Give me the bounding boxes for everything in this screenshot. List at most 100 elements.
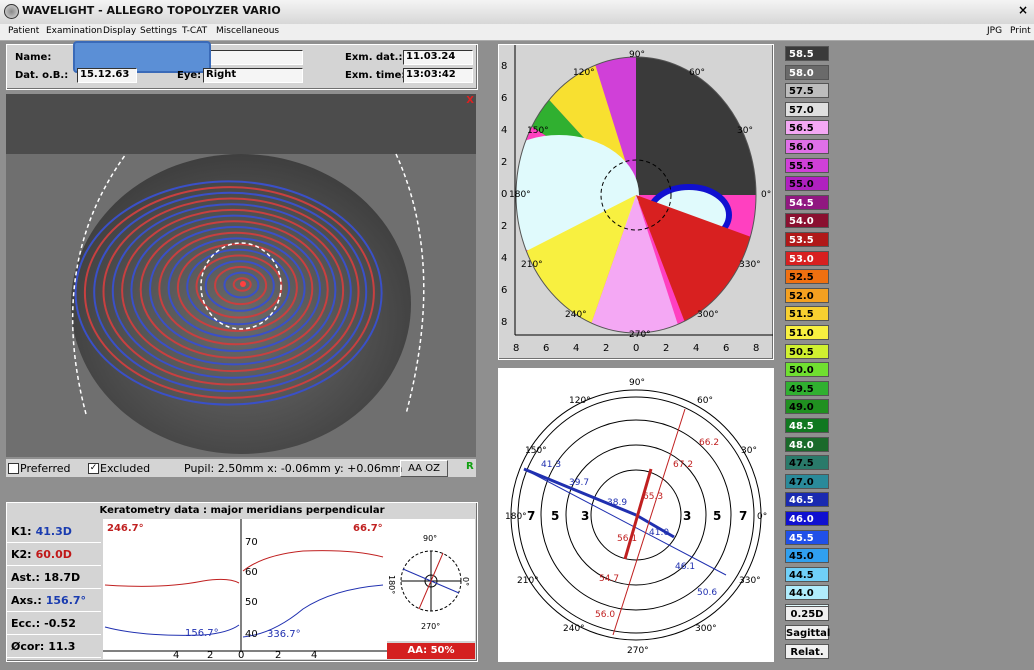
ytick-50: 50	[245, 597, 258, 608]
kerato-row-label: Axs.:	[11, 594, 42, 607]
topography-map-panel[interactable]: 8 6 4 2 0 2 4 6 8 8 6 4 2 0 2 4 6 8 90° 60° 30° 0° 330° 300° 270…	[498, 44, 774, 360]
kerato-row: Ecc.: -0.52	[7, 613, 101, 635]
menu-tcat[interactable]: T-CAT	[182, 26, 207, 36]
topo-ytick: 2	[501, 221, 507, 232]
eye-field[interactable]: Right	[203, 68, 303, 83]
meridian-blue-value: 39.7	[569, 478, 589, 488]
meridian-blue-value: 41.0	[649, 528, 669, 538]
excluded-checkbox[interactable]: ✓	[88, 463, 99, 474]
title-bar: WAVELIGHT - ALLEGRO TOPOLYZER VARIO ×	[0, 0, 1034, 25]
right-bottom-angle: 336.7°	[267, 629, 301, 640]
xtick-left-2: 2	[207, 650, 213, 659]
topo-angle-label: 150°	[527, 126, 549, 136]
compass-left: 180°	[387, 575, 396, 594]
meridian-blue-value: 41.3	[541, 460, 561, 470]
placido-eye-image	[6, 94, 476, 457]
menu-display[interactable]: Display	[103, 26, 136, 36]
topo-angle-label: 270°	[629, 330, 651, 340]
kerato-row: K2: 60.0D	[7, 544, 101, 566]
meridian-ring-label: 3	[581, 509, 589, 523]
kerato-row-label: Ecc.:	[11, 617, 41, 630]
scale-swatch: 47.5	[785, 455, 829, 471]
scale-swatch: 57.5	[785, 83, 829, 99]
meridian-map-panel[interactable]: 90° 60° 30° 0° 330° 300° 270° 240° 210° 180° 150° 1…	[498, 368, 774, 662]
menu-miscellaneous[interactable]: Miscellaneous	[216, 26, 279, 36]
meridian-angle-label: 330°	[739, 576, 761, 586]
meridian-angle-label: 90°	[629, 378, 645, 388]
close-icon[interactable]: ×	[1016, 3, 1030, 17]
xtick-0: 0	[238, 650, 244, 659]
meridian-ring-label: 3	[683, 509, 691, 523]
meridian-blue-value: 50.6	[697, 588, 717, 598]
scale-swatch: 45.0	[785, 548, 829, 564]
scale-swatch: 53.5	[785, 232, 829, 247]
meridian-angle-label: 210°	[517, 576, 539, 586]
aa-oz-button[interactable]: AA OZ	[400, 460, 448, 477]
kerato-row-value: 18.7D	[43, 571, 81, 584]
topo-xtick: 2	[663, 343, 669, 354]
scale-swatch: 50.5	[785, 343, 829, 359]
menu-jpg[interactable]: JPG	[987, 26, 1002, 36]
right-eye-marker: R	[466, 461, 474, 472]
scale-swatch: 53.0	[785, 250, 829, 266]
menu-settings[interactable]: Settings	[140, 26, 177, 36]
close-overlay-icon[interactable]: X	[466, 95, 474, 106]
topo-angle-label: 60°	[689, 68, 705, 78]
kerato-row-value: 60.0D	[35, 548, 72, 561]
exm-date-field[interactable]: 11.03.24	[403, 50, 473, 65]
patient-header: Name: Dat. o.B.: 15.12.63 Eye: Right Exm…	[6, 41, 478, 90]
kerato-row-label: Øcor:	[11, 640, 45, 653]
topo-ytick: 4	[501, 253, 507, 264]
meridian-angle-label: 60°	[697, 396, 713, 406]
preferred-checkbox[interactable]	[8, 463, 19, 474]
menu-print[interactable]: Print	[1010, 26, 1031, 36]
scale-swatch: 58.0	[785, 64, 829, 80]
topo-angle-label: 330°	[739, 260, 761, 270]
topo-angle-label: 240°	[565, 310, 587, 320]
topo-ytick: 2	[501, 157, 507, 168]
window-title: WAVELIGHT - ALLEGRO TOPOLYZER VARIO	[22, 4, 281, 17]
meridian-blue-value: 46.1	[675, 562, 695, 572]
menu-examination[interactable]: Examination	[46, 26, 102, 36]
meridian-red-value: 65.3	[643, 492, 663, 502]
compass-top: 90°	[423, 534, 437, 543]
xtick-right-4: 4	[311, 650, 317, 659]
scale-swatch: 55.5	[785, 157, 829, 173]
scale-swatch: 58.5	[785, 46, 829, 61]
topo-ytick: 4	[501, 125, 507, 136]
meridian-map: 90° 60° 30° 0° 330° 300° 270° 240° 210° 180° 150° 1…	[499, 369, 773, 661]
ytick-40: 40	[245, 629, 258, 640]
scale-mode[interactable]: Sagittal	[785, 625, 830, 640]
dob-field[interactable]: 15.12.63	[77, 68, 137, 83]
scale-swatch: 48.5	[785, 418, 829, 433]
topo-angle-label: 180°	[509, 190, 531, 200]
meridian-red-value: 56.1	[617, 534, 637, 544]
keratometry-title: Keratometry data : major meridians perpe…	[99, 505, 385, 516]
keratometry-panel: Keratometry data : major meridians perpe…	[6, 502, 478, 662]
scale-swatch: 57.0	[785, 101, 829, 117]
xtick-right-2: 2	[275, 650, 281, 659]
topo-angle-label: 300°	[697, 310, 719, 320]
topography-map: 8 6 4 2 0 2 4 6 8 8 6 4 2 0 2 4 6 8 90° 60° 30° 0° 330° 300° 270…	[501, 45, 773, 354]
topo-ytick: 0	[501, 189, 507, 200]
meridian-angle-label: 270°	[627, 646, 649, 656]
eye-options-bar: Preferred ✓ Excluded Pupil: 2.50mm x: -0…	[6, 459, 476, 477]
scale-swatch: 46.5	[785, 492, 829, 508]
scale-swatch: 46.0	[785, 511, 829, 526]
exm-time-field[interactable]: 13:03:42	[403, 68, 473, 83]
topo-xtick: 4	[693, 343, 699, 354]
eye-image-panel[interactable]: X	[6, 94, 476, 457]
menu-patient[interactable]: Patient	[8, 26, 39, 36]
scale-step[interactable]: 0.25D	[785, 606, 829, 621]
name-label: Name:	[15, 52, 52, 63]
scale-rel[interactable]: Relat.	[785, 644, 829, 659]
keratometry-profile-chart: 246.7° 66.7° 156.7° 336.7° 70 60 50 40 4…	[103, 519, 387, 659]
scale-swatch: 47.0	[785, 473, 829, 489]
kerato-row-value: 11.3	[48, 640, 76, 653]
kerato-row-value: 41.3D	[35, 525, 72, 538]
exm-time-label: Exm. time:	[345, 70, 406, 81]
scale-swatch: 49.5	[785, 380, 829, 396]
kerato-row-label: Ast.:	[11, 571, 40, 584]
scale-swatch: 54.0	[785, 213, 829, 229]
topo-xtick: 6	[543, 343, 549, 354]
